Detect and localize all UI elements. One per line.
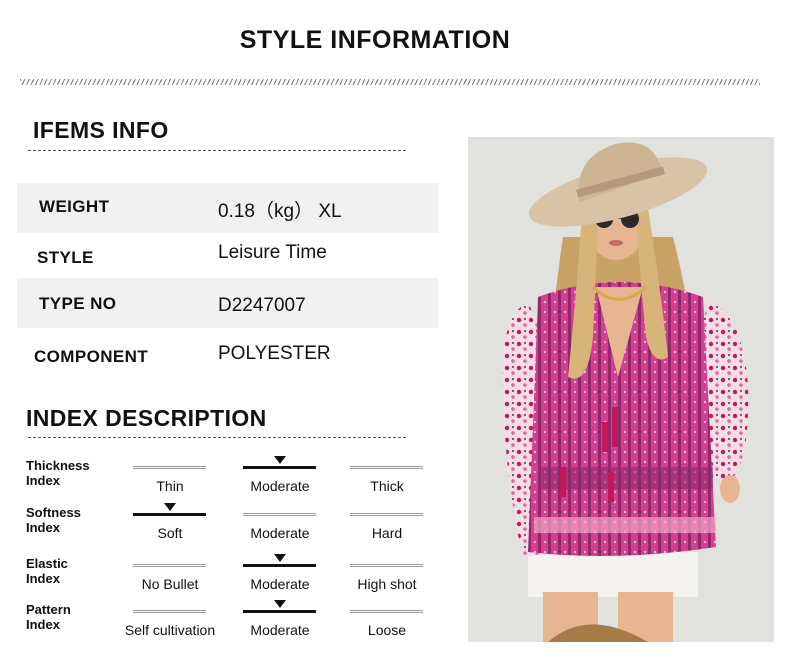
- decorative-divider: [20, 79, 760, 85]
- index-option: Self cultivation: [124, 622, 216, 638]
- selected-marker-icon: [274, 554, 286, 562]
- info-label: STYLE: [37, 248, 94, 267]
- scale-segment-selected: [243, 610, 316, 613]
- scale-segment: [133, 610, 206, 613]
- scale-segment: [243, 513, 316, 516]
- info-row-weight: WEIGHT 0.18（kg） XL: [17, 183, 438, 233]
- items-info-heading: IFEMS INFO: [33, 117, 169, 143]
- page-title: STYLE INFORMATION: [239, 26, 511, 54]
- index-description-divider: [28, 437, 406, 438]
- index-label-line2: Index: [26, 520, 60, 535]
- scale-segment: [350, 564, 423, 567]
- scale-segment: [133, 564, 206, 567]
- scale-segment: [133, 466, 206, 469]
- index-option: Thick: [370, 478, 404, 494]
- scale-segment-selected: [133, 513, 206, 516]
- index-option: Moderate: [250, 622, 310, 638]
- index-option: Loose: [367, 622, 407, 638]
- index-label-line2: Index: [26, 571, 60, 586]
- index-description-heading: INDEX DESCRIPTION: [26, 405, 267, 431]
- info-label: COMPONENT: [34, 347, 149, 366]
- index-label-line1: Softness: [26, 505, 81, 520]
- index-label-line2: Index: [26, 473, 60, 488]
- scale-segment-selected: [243, 466, 316, 469]
- selected-marker-icon: [274, 600, 286, 608]
- index-option: Thin: [156, 478, 184, 494]
- items-info-divider: [28, 150, 406, 151]
- info-row-type-no: TYPE NO D2247007: [17, 278, 438, 328]
- index-label: Softness Index: [26, 505, 81, 535]
- index-label: Thickness Index: [26, 458, 90, 488]
- index-label-line2: Index: [26, 617, 60, 632]
- model-illustration: [468, 137, 774, 642]
- index-option: No Bullet: [141, 576, 199, 592]
- info-label: TYPE NO: [39, 294, 117, 313]
- index-option: Moderate: [250, 478, 310, 494]
- info-value: Leisure Time: [218, 242, 327, 263]
- scale-segment: [350, 466, 423, 469]
- selected-marker-icon: [164, 503, 176, 511]
- index-label-line1: Elastic: [26, 556, 68, 571]
- index-label: Elastic Index: [26, 556, 68, 586]
- index-option: High shot: [357, 576, 417, 592]
- scale-segment: [350, 513, 423, 516]
- scale-segment-selected: [243, 564, 316, 567]
- selected-marker-icon: [274, 456, 286, 464]
- index-label: Pattern Index: [26, 602, 71, 632]
- product-photo: [468, 137, 774, 642]
- info-value: 0.18（kg） XL: [218, 201, 342, 222]
- index-label-line1: Pattern: [26, 602, 71, 617]
- index-option: Hard: [371, 525, 403, 541]
- info-value: POLYESTER: [218, 343, 331, 364]
- scale-segment: [350, 610, 423, 613]
- index-option: Soft: [157, 525, 183, 541]
- info-row-component: COMPONENT POLYESTER: [17, 330, 438, 380]
- info-label: WEIGHT: [39, 197, 110, 216]
- index-option: Moderate: [250, 525, 310, 541]
- info-value: D2247007: [218, 295, 306, 316]
- index-option: Moderate: [250, 576, 310, 592]
- index-label-line1: Thickness: [26, 458, 90, 473]
- info-row-style: STYLE Leisure Time: [17, 233, 438, 283]
